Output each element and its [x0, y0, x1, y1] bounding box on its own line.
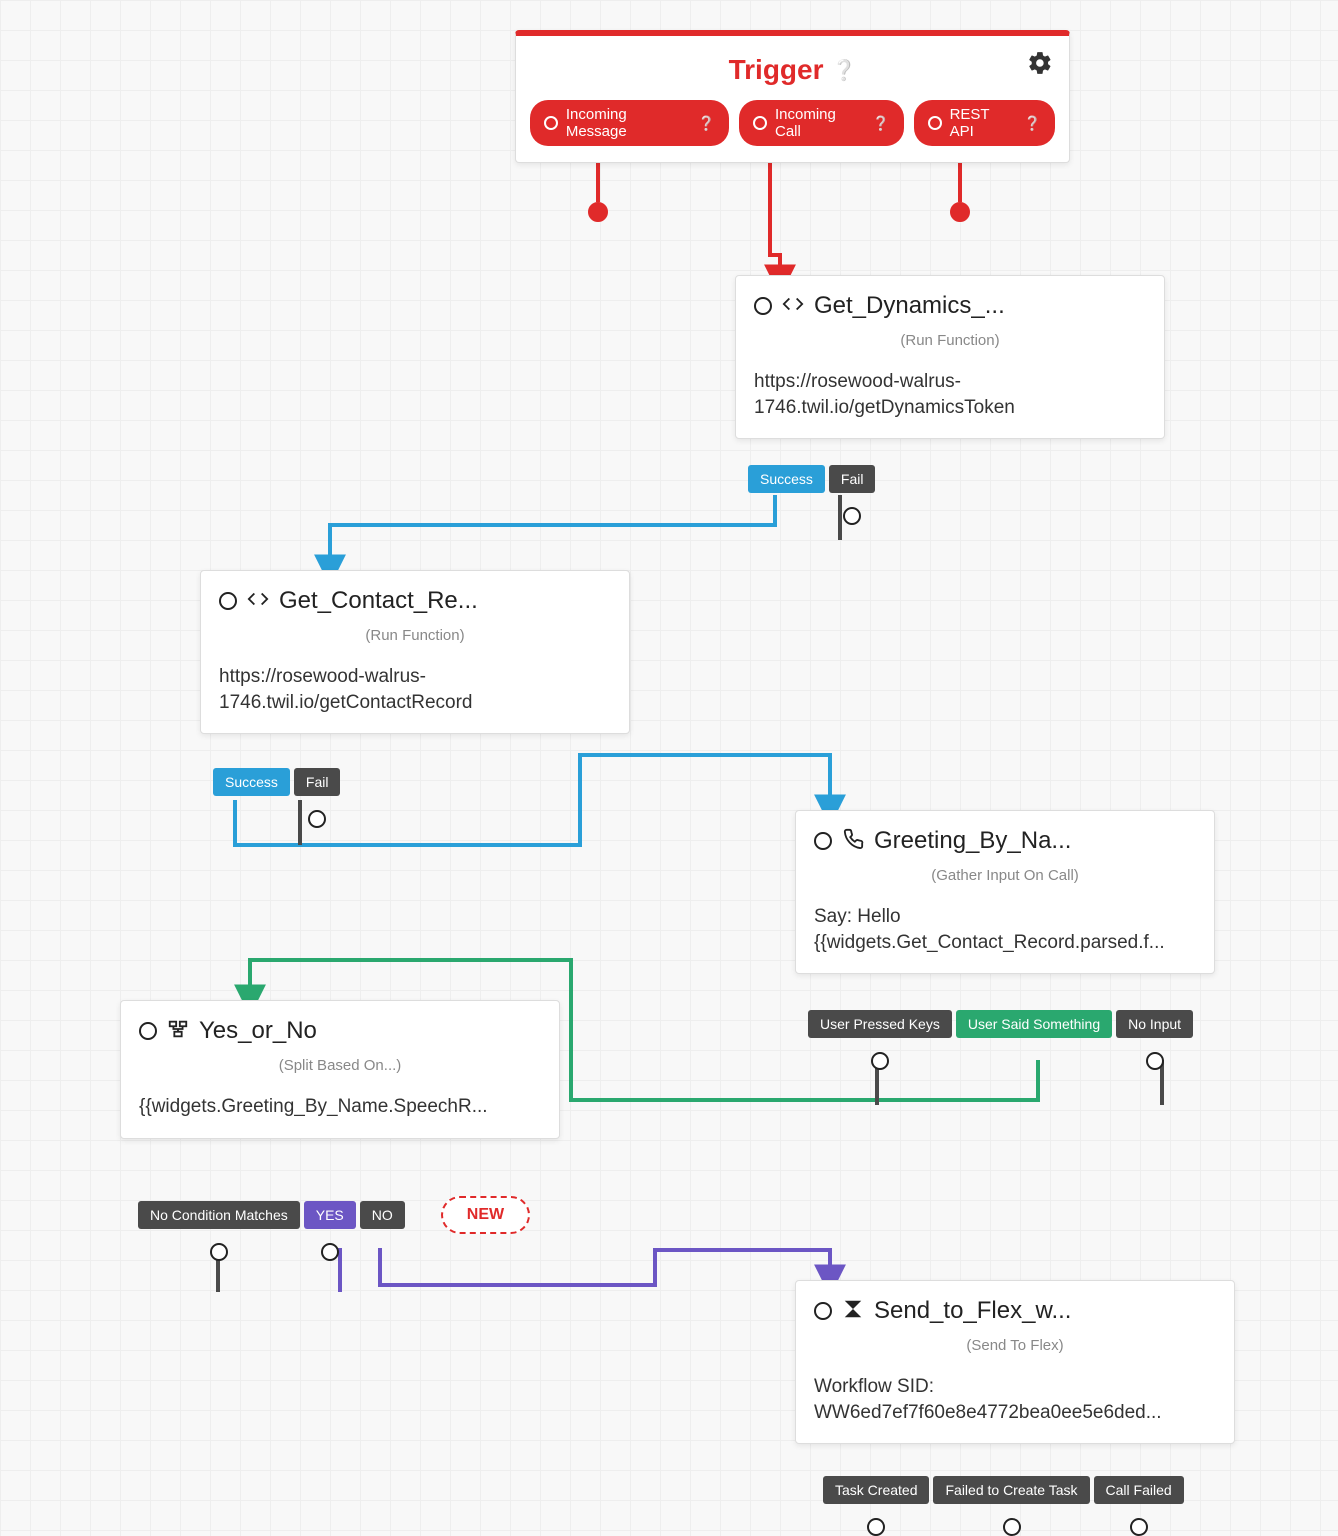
- widget-send-to-flex[interactable]: Send_to_Flex_w... (Send To Flex) Workflo…: [795, 1280, 1235, 1444]
- connector-dot: [843, 507, 861, 525]
- trigger-pill-rest-api[interactable]: REST API❔: [914, 100, 1055, 146]
- connector-dot: [308, 810, 326, 828]
- widget-get-dynamics[interactable]: Get_Dynamics_... (Run Function) https://…: [735, 275, 1165, 439]
- settings-icon[interactable]: [1027, 50, 1053, 81]
- outcome-no[interactable]: NO: [360, 1201, 405, 1229]
- trigger-pill-incoming-call[interactable]: Incoming Call❔: [739, 100, 904, 146]
- split-icon: [167, 1018, 189, 1045]
- outcome-failed-task[interactable]: Failed to Create Task: [933, 1476, 1089, 1504]
- widget-body: https://rosewood-walrus-1746.twil.io/get…: [736, 361, 1164, 438]
- trigger-pill-incoming-message[interactable]: Incoming Message❔: [530, 100, 729, 146]
- connector-dot: [950, 202, 970, 222]
- widget-greeting[interactable]: Greeting_By_Na... (Gather Input On Call)…: [795, 810, 1215, 974]
- input-port-icon: [219, 592, 237, 610]
- input-port-icon: [814, 1302, 832, 1320]
- input-port-icon: [754, 297, 772, 315]
- widget-subtitle: (Gather Input On Call): [796, 861, 1214, 896]
- outcome-success[interactable]: Success: [748, 465, 825, 493]
- phone-icon: [842, 828, 864, 855]
- widget-body: Say: Hello {{widgets.Get_Contact_Record.…: [796, 896, 1214, 973]
- widget-body: https://rosewood-walrus-1746.twil.io/get…: [201, 656, 629, 733]
- outcome-no-match[interactable]: No Condition Matches: [138, 1201, 300, 1229]
- widget-subtitle: (Split Based On...): [121, 1051, 559, 1086]
- outcome-fail[interactable]: Fail: [829, 465, 876, 493]
- help-icon[interactable]: ❔: [832, 58, 857, 83]
- widget-body: {{widgets.Greeting_By_Name.SpeechR...: [121, 1086, 559, 1138]
- connector-dot: [321, 1243, 339, 1261]
- pill-label: Incoming Message: [566, 106, 690, 140]
- code-icon: [247, 588, 269, 615]
- trigger-title: Trigger: [729, 54, 824, 86]
- connector-dot: [867, 1518, 885, 1536]
- add-condition-button[interactable]: NEW: [441, 1196, 530, 1234]
- flex-icon: [842, 1298, 864, 1325]
- connector-dot: [1146, 1052, 1164, 1070]
- widget-body: Workflow SID: WW6ed7ef7f60e8e4772bea0ee5…: [796, 1366, 1234, 1443]
- outcome-task-created[interactable]: Task Created: [823, 1476, 929, 1504]
- widget-subtitle: (Send To Flex): [796, 1331, 1234, 1366]
- code-icon: [782, 293, 804, 320]
- outcome-fail[interactable]: Fail: [294, 768, 341, 796]
- widget-subtitle: (Run Function): [736, 326, 1164, 361]
- widget-get-contact[interactable]: Get_Contact_Re... (Run Function) https:/…: [200, 570, 630, 734]
- outcome-pressed-keys[interactable]: User Pressed Keys: [808, 1010, 952, 1038]
- outcome-no-input[interactable]: No Input: [1116, 1010, 1193, 1038]
- pill-label: REST API: [950, 106, 1016, 140]
- outcome-success[interactable]: Success: [213, 768, 290, 796]
- connector-dot: [1130, 1518, 1148, 1536]
- connector-dot: [588, 202, 608, 222]
- connector-dot: [210, 1243, 228, 1261]
- connector-dot: [871, 1052, 889, 1070]
- widget-yes-or-no[interactable]: Yes_or_No (Split Based On...) {{widgets.…: [120, 1000, 560, 1139]
- outcome-said-something[interactable]: User Said Something: [956, 1010, 1112, 1038]
- widget-title: Send_to_Flex_w...: [874, 1297, 1216, 1325]
- connector-dot: [1003, 1518, 1021, 1536]
- widget-title: Greeting_By_Na...: [874, 827, 1196, 855]
- outcome-yes[interactable]: YES: [304, 1201, 356, 1229]
- widget-title: Get_Contact_Re...: [279, 587, 611, 615]
- outcome-call-failed[interactable]: Call Failed: [1094, 1476, 1184, 1504]
- widget-title: Get_Dynamics_...: [814, 292, 1146, 320]
- pill-label: Incoming Call: [775, 106, 864, 140]
- trigger-node[interactable]: Trigger ❔ Incoming Message❔ Incoming Cal…: [515, 30, 1070, 163]
- widget-subtitle: (Run Function): [201, 621, 629, 656]
- widget-title: Yes_or_No: [199, 1017, 541, 1045]
- input-port-icon: [814, 832, 832, 850]
- input-port-icon: [139, 1022, 157, 1040]
